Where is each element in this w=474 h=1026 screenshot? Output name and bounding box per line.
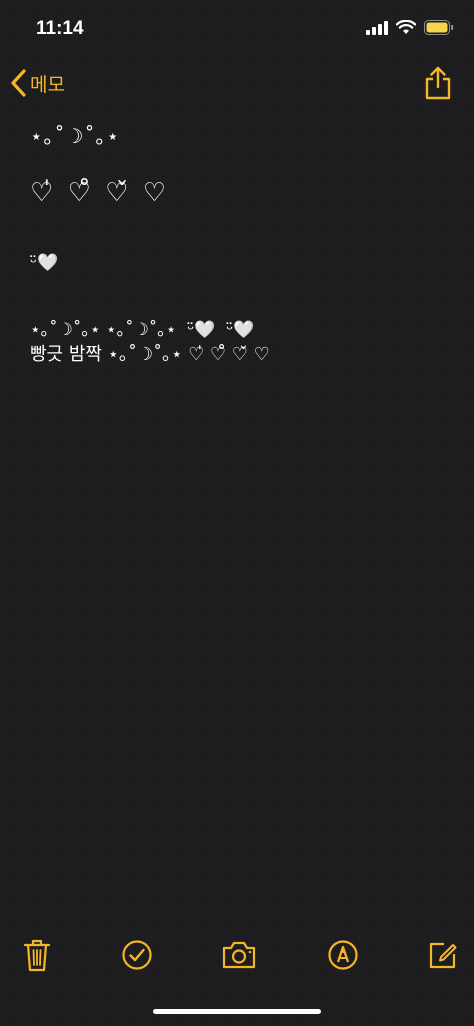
status-time: 11:14 bbox=[36, 18, 84, 39]
navigation-bar: 메모 bbox=[0, 62, 474, 106]
compose-button[interactable] bbox=[423, 935, 463, 975]
status-bar: 11:14 bbox=[0, 0, 474, 56]
share-button[interactable] bbox=[424, 66, 452, 104]
note-line: ♡̍ ♡̊ ♡̌ ♡ bbox=[30, 178, 170, 208]
delete-button[interactable] bbox=[17, 935, 57, 975]
markup-button[interactable] bbox=[323, 935, 363, 975]
compose-icon bbox=[429, 942, 457, 969]
note-line: ⋆｡˚☽˚｡⋆ bbox=[30, 124, 120, 148]
note-line: ᵕ̈🤍 bbox=[30, 253, 59, 274]
note-line: ⋆｡˚☽˚｡⋆ ⋆｡˚☽˚｡⋆ ᵕ̈🤍 ᵕ̈🤍 bbox=[30, 319, 255, 340]
home-indicator[interactable] bbox=[153, 1009, 321, 1014]
cellular-signal-icon bbox=[366, 20, 388, 35]
camera-icon bbox=[222, 941, 256, 969]
back-button-label: 메모 bbox=[30, 73, 65, 96]
chevron-left-icon bbox=[11, 69, 26, 97]
wifi-icon bbox=[396, 20, 416, 34]
note-line: 빵긋 밤짝 ⋆｡˚☽˚｡⋆ ♡̍ ♡̊ ♡̌ ♡ bbox=[30, 343, 270, 365]
camera-button[interactable] bbox=[219, 935, 259, 975]
checklist-button[interactable] bbox=[117, 935, 157, 975]
battery-icon bbox=[424, 20, 454, 35]
back-button[interactable]: 메모 bbox=[10, 68, 65, 98]
checkmark-circle-icon bbox=[122, 940, 152, 970]
trash-icon bbox=[23, 939, 51, 972]
bottom-toolbar bbox=[0, 935, 474, 979]
share-icon bbox=[425, 66, 451, 100]
status-icons bbox=[366, 20, 454, 35]
note-content[interactable]: ⋆｡˚☽˚｡⋆ ♡̍ ♡̊ ♡̌ ♡ ᵕ̈🤍 ⋆｡˚☽˚｡⋆ ⋆｡˚☽˚｡⋆ ᵕ… bbox=[30, 118, 454, 366]
markup-pen-icon bbox=[328, 940, 358, 970]
